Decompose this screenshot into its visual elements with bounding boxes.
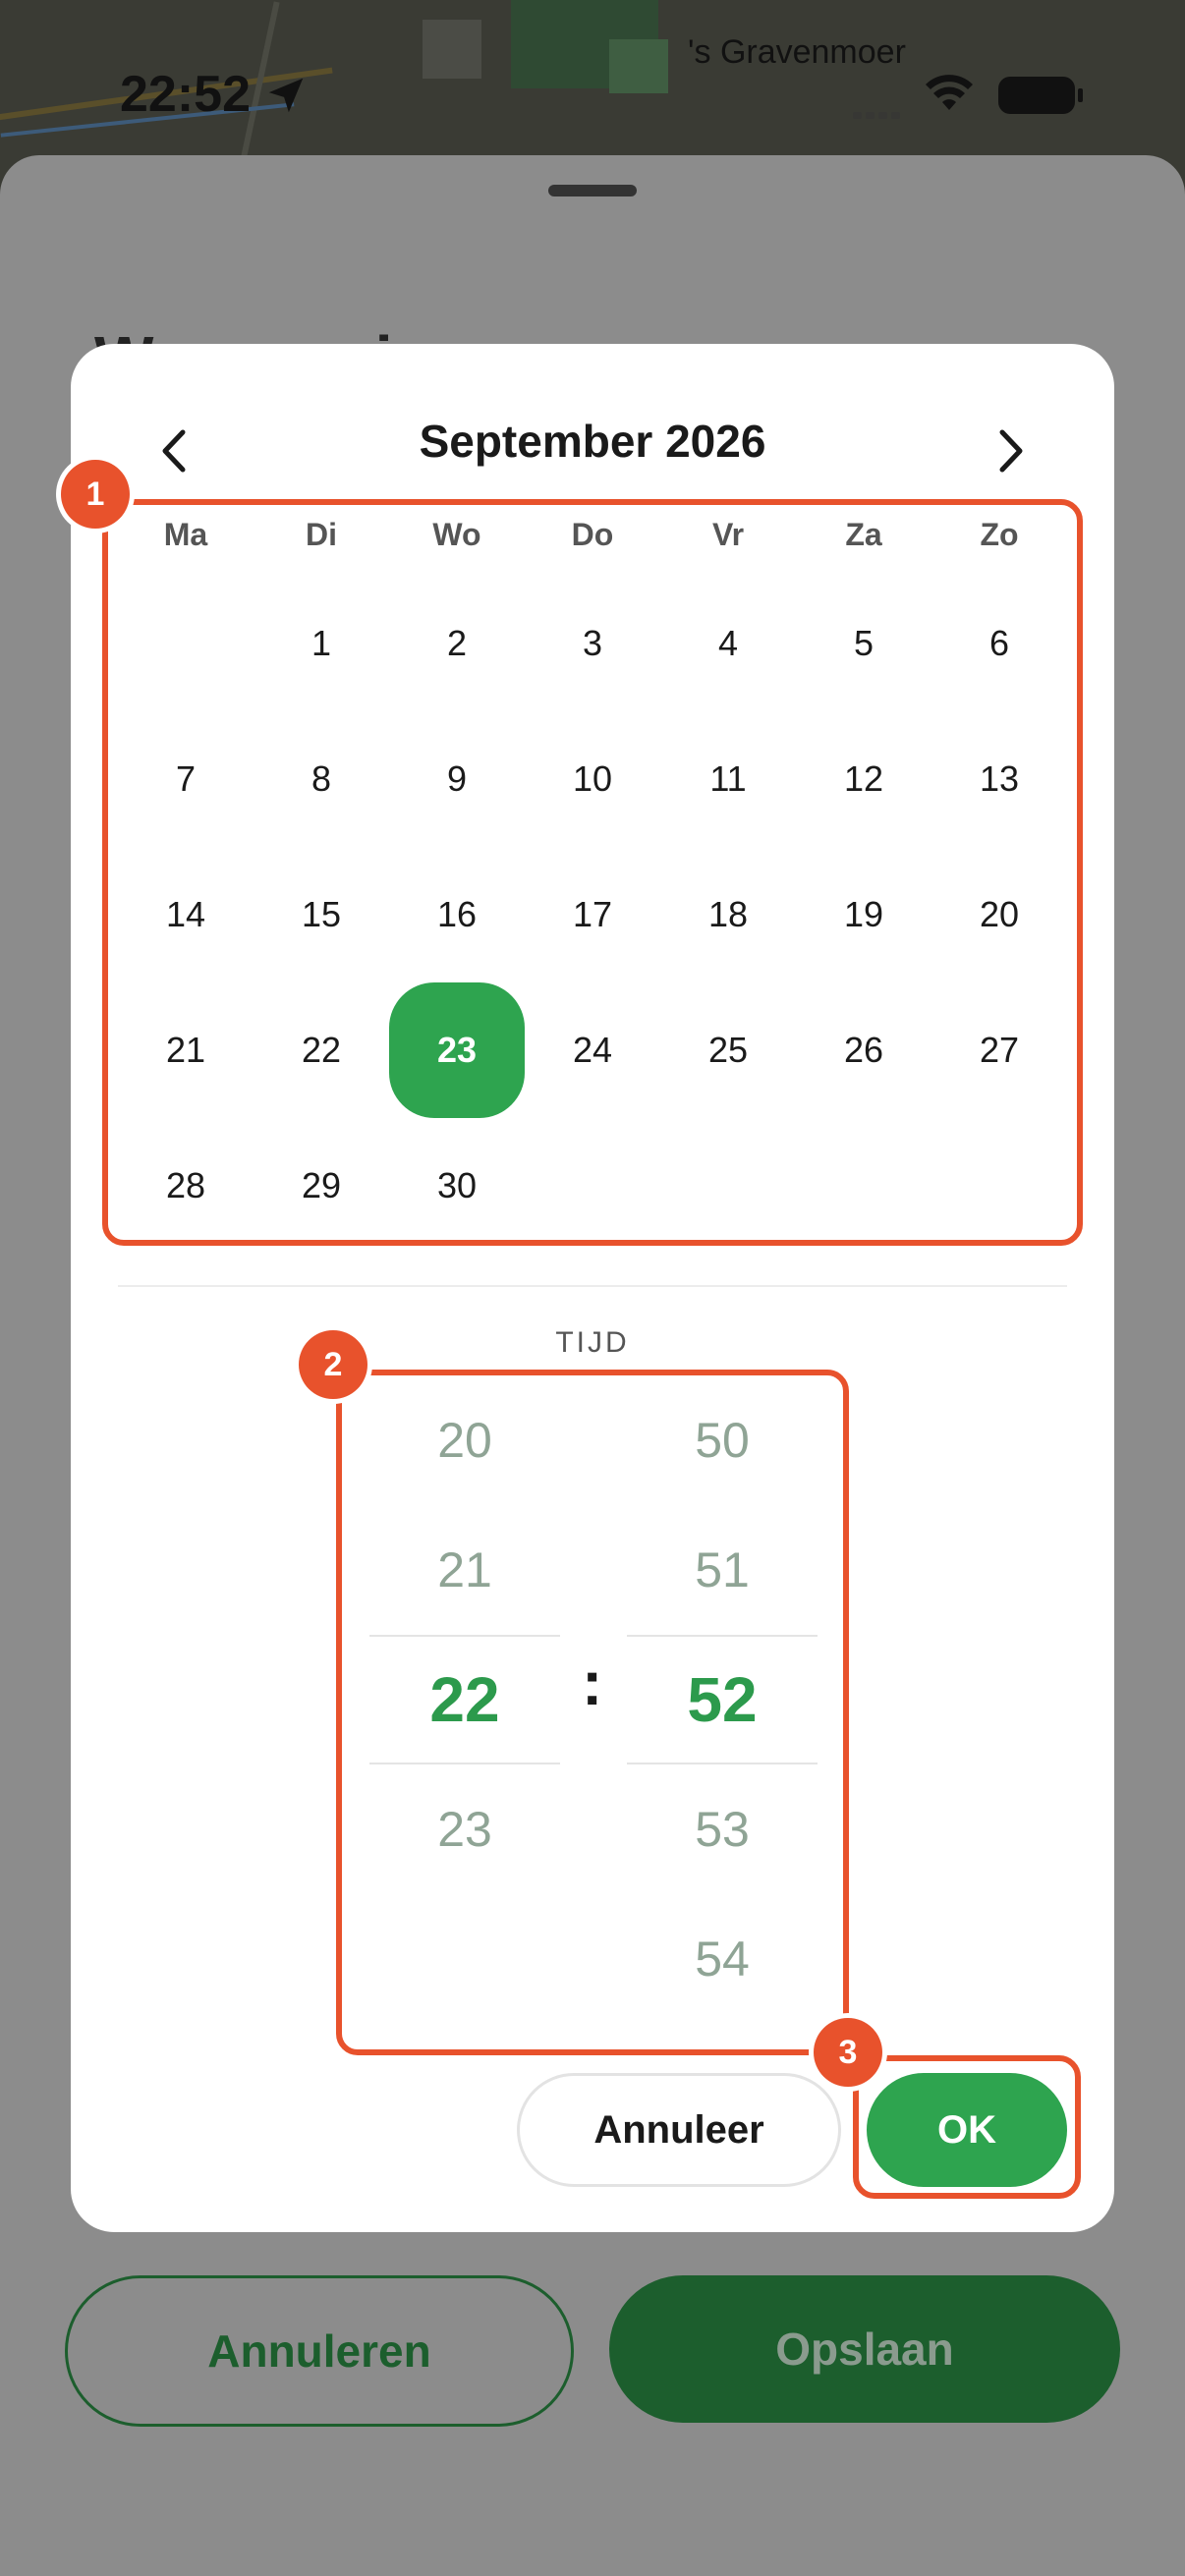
dialog-cancel-button[interactable]: Annuleer — [517, 2073, 841, 2187]
time-label: TIJD — [555, 1326, 630, 1359]
annotation-badge-2: 2 — [299, 1330, 367, 1399]
annotation-box-time — [336, 1370, 849, 2055]
annotation-badge-1: 1 — [61, 460, 130, 529]
sheet-cancel-button[interactable]: Annuleren — [65, 2275, 574, 2427]
sheet-save-button[interactable]: Opslaan — [609, 2275, 1120, 2423]
sheet-grabber[interactable] — [548, 185, 637, 196]
map-block — [423, 20, 481, 79]
status-time: 22:52 — [120, 66, 251, 123]
month-title: September 2026 — [419, 416, 766, 467]
annotation-box-calendar — [102, 499, 1083, 1246]
annotation-badge-3: 3 — [814, 2018, 882, 2087]
annotation-box-ok — [853, 2055, 1081, 2199]
cellular-signal-icon — [853, 106, 904, 124]
chevron-right-icon[interactable] — [990, 426, 1030, 476]
map-block — [609, 39, 668, 93]
battery-icon — [998, 77, 1083, 114]
wifi-icon — [926, 75, 973, 110]
map-place-label: 's Gravenmoer — [688, 33, 906, 71]
location-arrow-icon — [268, 78, 304, 113]
divider — [118, 1285, 1067, 1287]
